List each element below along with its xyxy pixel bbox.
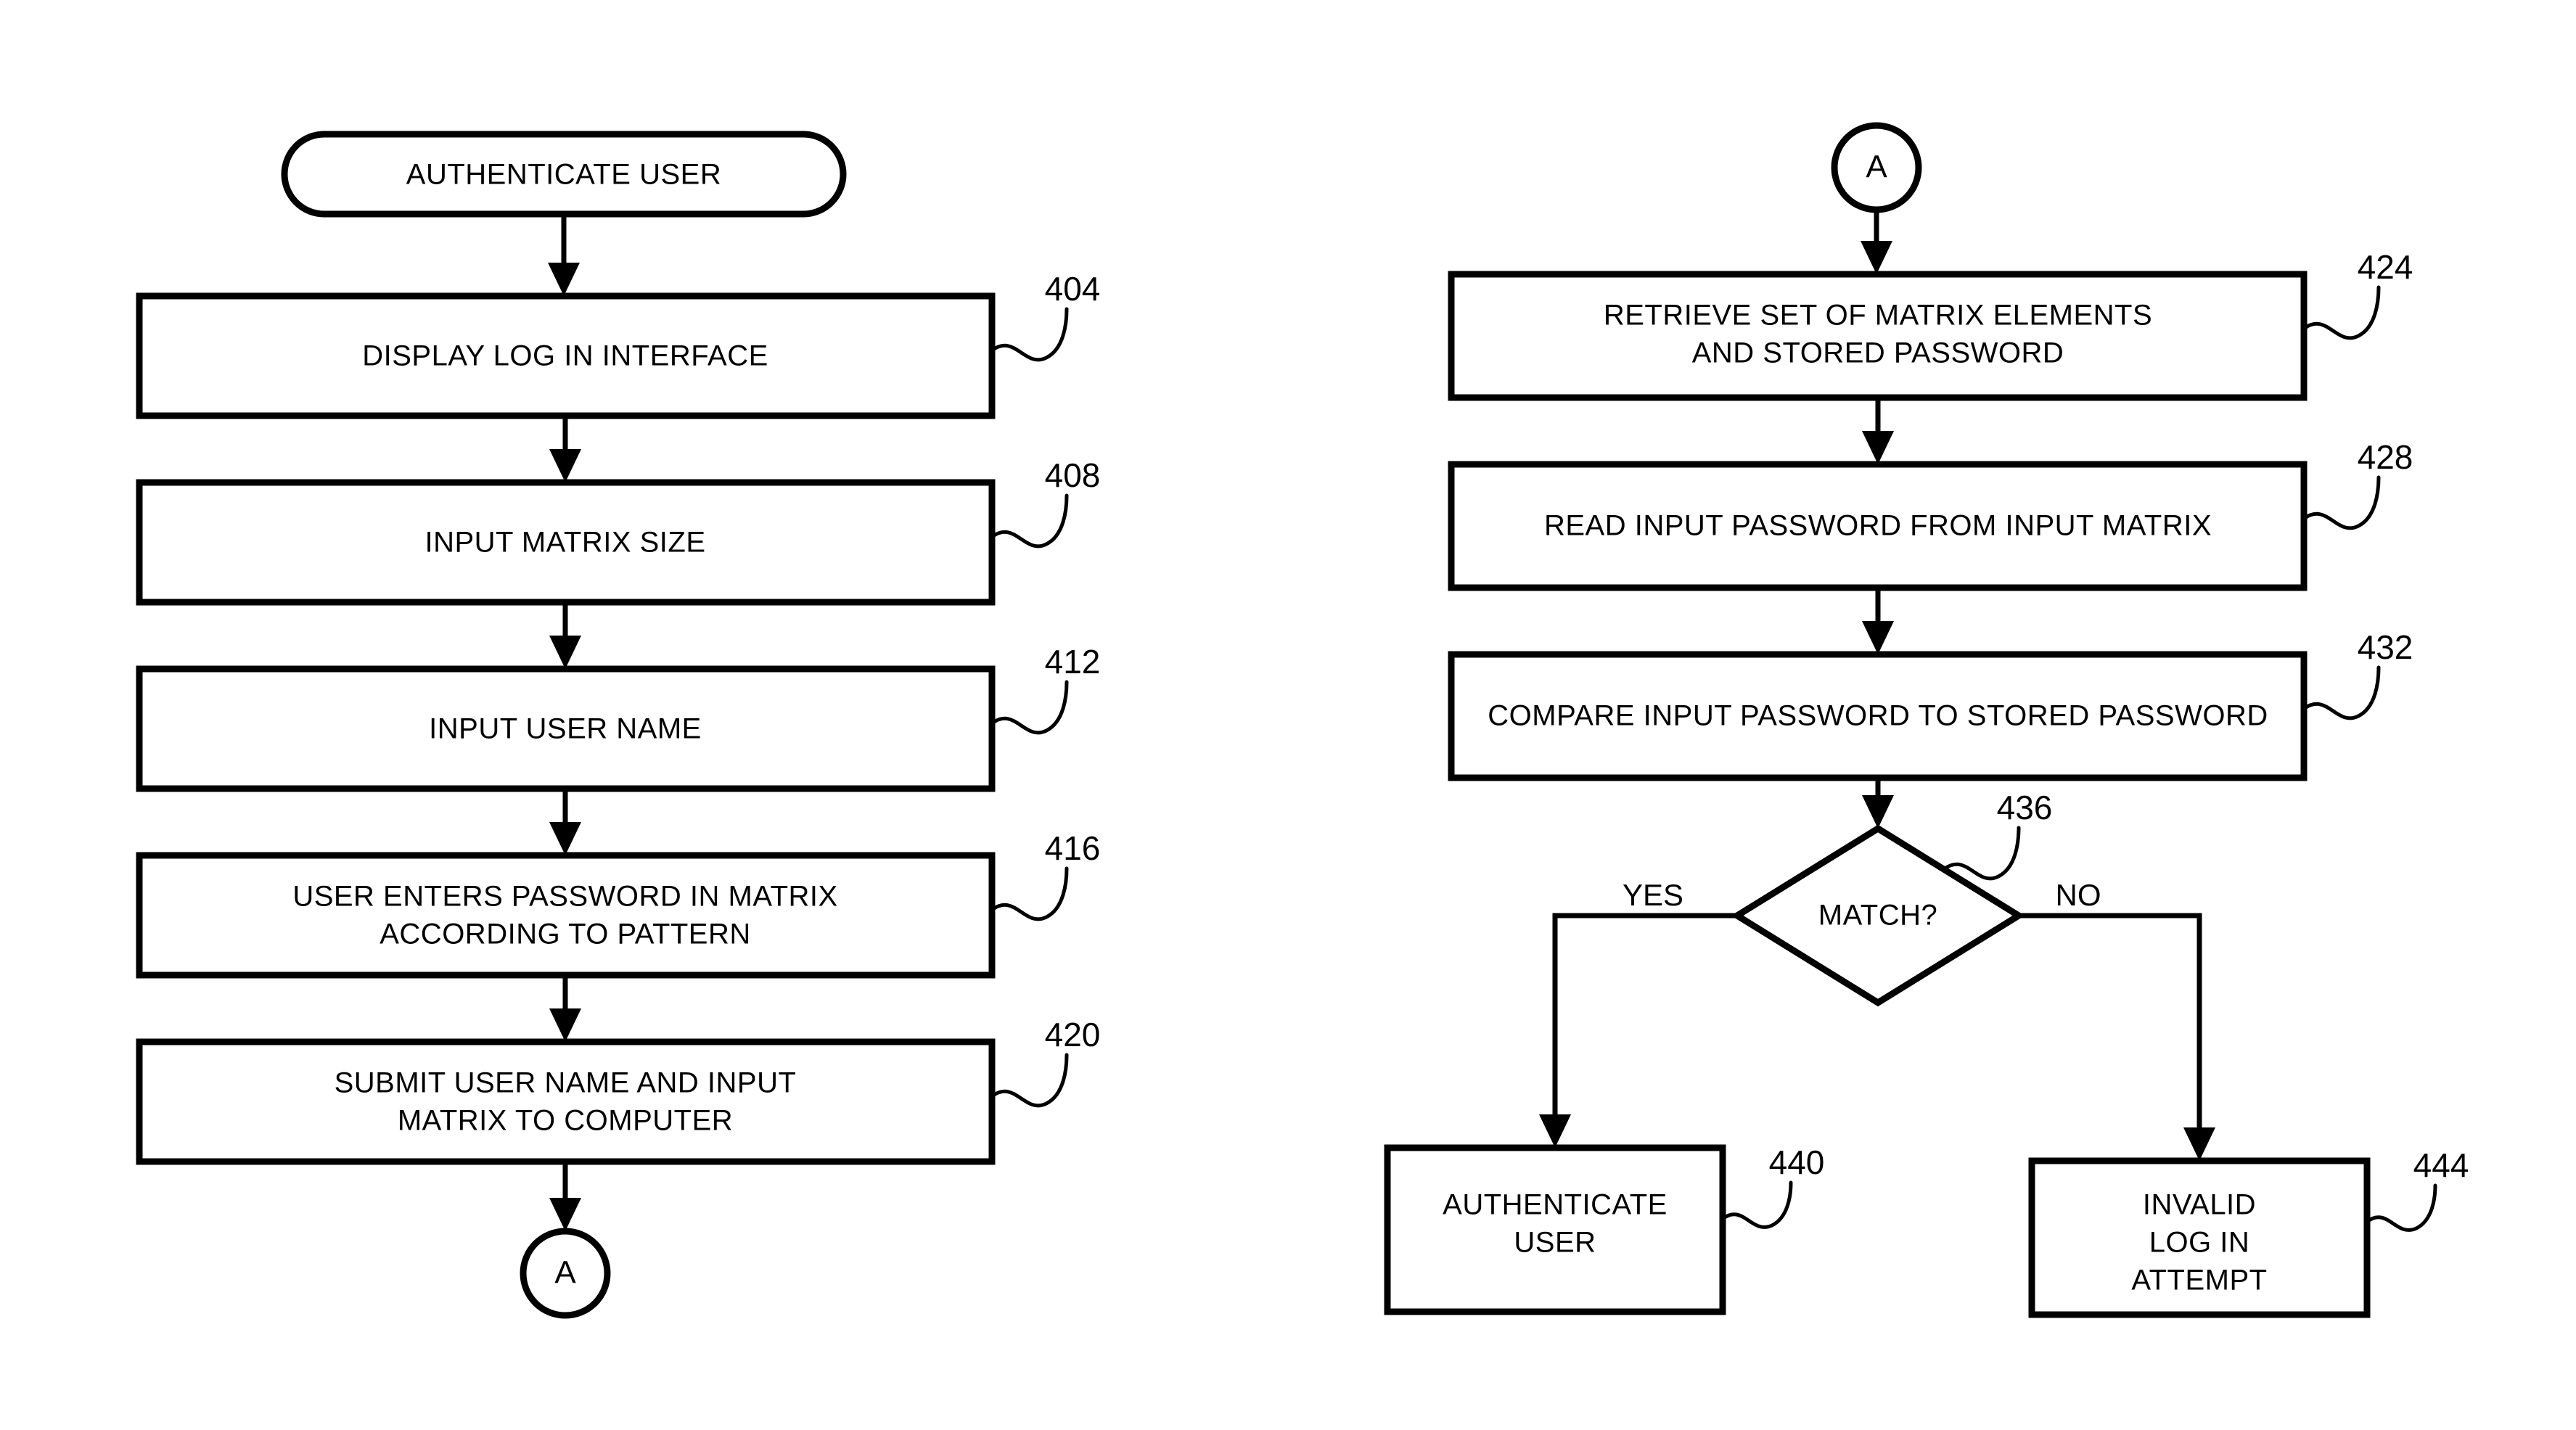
ref-callout-436: 436 [1942, 789, 2053, 881]
process-box-408-line-1: INPUT MATRIX SIZE [424, 527, 705, 559]
ref-label-412: 412 [1045, 643, 1101, 681]
branch-path-yes [1539, 913, 1737, 1148]
connector-a-entry[interactable]: A [1831, 122, 1922, 213]
connector-a-exit[interactable]: A [520, 1228, 611, 1319]
decision-diamond-match[interactable]: MATCH? [1731, 824, 2025, 1007]
ref-label-404: 404 [1045, 270, 1101, 308]
ref-label-416: 416 [1045, 829, 1101, 867]
process-box-412[interactable]: INPUT USER NAME [136, 665, 996, 792]
ref-label-436: 436 [1997, 789, 2053, 826]
outcome-box-444-line-2: LOG IN [2149, 1227, 2250, 1259]
process-box-424-line-2: AND STORED PASSWORD [1692, 337, 2064, 369]
flowchart-canvas: AUTHENTICATE USER DISPLAY LOG IN INTERFA… [0, 0, 2576, 1430]
outcome-box-440-line-2: USER [1514, 1227, 1596, 1259]
ref-label-432: 432 [2358, 628, 2413, 666]
ref-label-440: 440 [1769, 1143, 1825, 1181]
process-box-424-line-1: RETRIEVE SET OF MATRIX ELEMENTS [1604, 300, 2152, 332]
outcome-box-444[interactable]: INVALID LOG IN ATTEMPT [2028, 1157, 2371, 1318]
process-box-424-shape [1448, 271, 2308, 401]
process-box-416-line-2: ACCORDING TO PATTERN [380, 919, 751, 950]
process-box-420-shape [136, 1038, 996, 1165]
process-box-412-line-1: INPUT USER NAME [429, 713, 702, 745]
arrow-408-to-412 [549, 602, 581, 669]
arrow-terminal-to-404 [548, 214, 580, 296]
outcome-box-444-line-3: ATTEMPT [2131, 1265, 2267, 1297]
ref-callout-416: 416 [990, 829, 1101, 921]
process-box-428[interactable]: READ INPUT PASSWORD FROM INPUT MATRIX [1448, 461, 2308, 591]
start-terminal-label: AUTHENTICATE USER [406, 159, 721, 191]
process-box-408[interactable]: INPUT MATRIX SIZE [136, 479, 996, 606]
ref-callout-432: 432 [2302, 628, 2413, 720]
branch-label-no: NO [2056, 878, 2101, 912]
ref-label-424: 424 [2358, 248, 2413, 286]
process-box-416-line-1: USER ENTERS PASSWORD IN MATRIX [292, 881, 837, 913]
ref-callout-408: 408 [990, 456, 1101, 548]
process-box-424[interactable]: RETRIEVE SET OF MATRIX ELEMENTS AND STOR… [1448, 271, 2308, 401]
arrow-404-to-408 [549, 416, 581, 482]
ref-callout-440: 440 [1720, 1143, 1825, 1229]
decision-diamond-label: MATCH? [1818, 900, 1937, 932]
arrow-428-to-432 [1862, 588, 1894, 654]
arrow-416-to-420 [549, 975, 581, 1042]
process-box-432-line-1: COMPARE INPUT PASSWORD TO STORED PASSWOR… [1488, 700, 2268, 732]
connector-a-entry-label: A [1866, 149, 1887, 185]
outcome-box-444-line-1: INVALID [2143, 1189, 2256, 1221]
arrow-424-to-428 [1862, 398, 1894, 464]
ref-label-420: 420 [1045, 1016, 1101, 1053]
ref-callout-412: 412 [990, 643, 1101, 735]
ref-callout-424: 424 [2302, 248, 2413, 340]
process-box-416-shape [136, 852, 996, 979]
process-box-420-line-1: SUBMIT USER NAME AND INPUT [335, 1067, 797, 1099]
outcome-box-440-line-1: AUTHENTICATE [1443, 1189, 1668, 1221]
arrow-420-to-connector-a [549, 1162, 581, 1231]
connector-a-exit-label: A [554, 1255, 576, 1291]
start-terminal-authenticate-user[interactable]: AUTHENTICATE USER [281, 131, 847, 218]
process-box-420-line-2: MATRIX TO COMPUTER [398, 1105, 733, 1137]
ref-callout-444: 444 [2365, 1146, 2469, 1232]
ref-label-428: 428 [2358, 438, 2413, 476]
arrow-connector-a-to-424 [1861, 210, 1892, 274]
ref-label-444: 444 [2413, 1146, 2469, 1184]
outcome-box-440[interactable]: AUTHENTICATE USER [1384, 1144, 1726, 1315]
arrow-412-to-416 [549, 789, 581, 855]
flowchart-svg: AUTHENTICATE USER DISPLAY LOG IN INTERFA… [136, 122, 2469, 1319]
process-box-404[interactable]: DISPLAY LOG IN INTERFACE [136, 292, 996, 419]
ref-callout-404: 404 [990, 270, 1101, 362]
ref-label-408: 408 [1045, 456, 1101, 494]
branch-label-yes: YES [1623, 878, 1683, 912]
branch-path-no [2019, 913, 2215, 1161]
process-box-420[interactable]: SUBMIT USER NAME AND INPUT MATRIX TO COM… [136, 1038, 996, 1165]
ref-callout-428: 428 [2302, 438, 2413, 530]
arrow-432-to-decision [1862, 778, 1894, 829]
process-box-428-line-1: READ INPUT PASSWORD FROM INPUT MATRIX [1544, 510, 2212, 542]
process-box-416[interactable]: USER ENTERS PASSWORD IN MATRIX ACCORDING… [136, 852, 996, 979]
process-box-404-line-1: DISPLAY LOG IN INTERFACE [362, 340, 768, 372]
ref-callout-420: 420 [990, 1016, 1101, 1108]
process-box-432[interactable]: COMPARE INPUT PASSWORD TO STORED PASSWOR… [1448, 651, 2308, 781]
